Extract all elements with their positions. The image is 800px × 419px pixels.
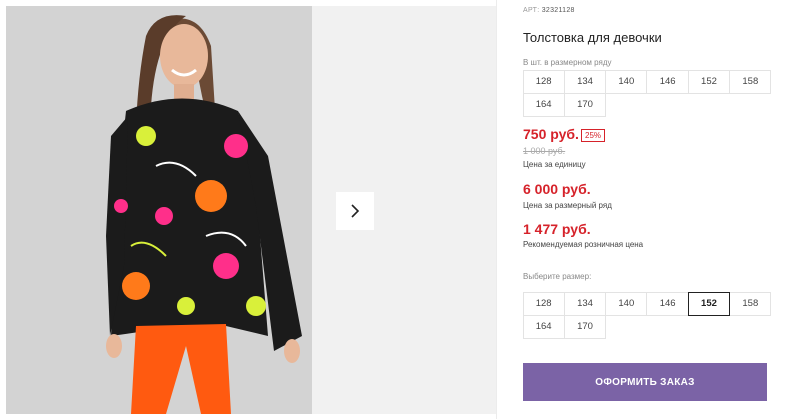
row-size-146: 146 bbox=[646, 69, 689, 94]
size-selector: 128 134 140 146 152 158 164 170 bbox=[522, 291, 772, 339]
unit-price-caption: Цена за единицу bbox=[523, 160, 586, 169]
size-option-140[interactable]: 140 bbox=[605, 291, 648, 316]
row-size-158: 158 bbox=[729, 69, 772, 94]
retail-price: 1 477 руб. bbox=[523, 221, 591, 237]
old-price: 1 000 руб. bbox=[523, 146, 566, 156]
size-option-134[interactable]: 134 bbox=[563, 291, 607, 316]
size-option-152-selected[interactable]: 152 bbox=[687, 291, 731, 316]
row-price-caption: Цена за размерный ряд bbox=[523, 201, 612, 210]
row-size-140: 140 bbox=[605, 69, 648, 94]
choose-size-label: Выберите размер: bbox=[523, 272, 592, 281]
row-price: 6 000 руб. bbox=[523, 181, 591, 197]
next-image-button[interactable] bbox=[336, 192, 374, 230]
chevron-right-icon bbox=[351, 204, 360, 218]
sizes-in-row-label: В шт. в размерном ряду bbox=[523, 58, 612, 67]
place-order-button[interactable]: ОФОРМИТЬ ЗАКАЗ bbox=[523, 363, 767, 401]
retail-price-caption: Рекомендуемая розничная цена bbox=[523, 240, 644, 249]
size-option-164[interactable]: 164 bbox=[522, 314, 565, 339]
row-size-164: 164 bbox=[522, 92, 565, 117]
product-photo bbox=[6, 6, 312, 414]
product-title: Толстовка для девочки bbox=[523, 30, 662, 45]
article-value: 32321128 bbox=[541, 7, 575, 14]
row-size-134: 134 bbox=[563, 69, 607, 94]
size-option-128[interactable]: 128 bbox=[522, 291, 565, 316]
row-size-170: 170 bbox=[563, 92, 607, 117]
product-gallery bbox=[0, 0, 500, 419]
article-number: АРТ: 32321128 bbox=[523, 7, 575, 14]
article-label: АРТ: bbox=[523, 7, 540, 14]
size-option-146[interactable]: 146 bbox=[646, 291, 689, 316]
girl-in-printed-jacket-image bbox=[6, 6, 312, 414]
divider bbox=[496, 0, 497, 419]
discount-badge: 25% bbox=[581, 129, 606, 142]
sizes-in-row-grid: 128 134 140 146 152 158 164 170 bbox=[522, 69, 772, 117]
size-option-170[interactable]: 170 bbox=[563, 314, 607, 339]
row-size-128: 128 bbox=[522, 69, 565, 94]
row-size-152: 152 bbox=[687, 69, 731, 94]
size-option-158[interactable]: 158 bbox=[729, 291, 772, 316]
unit-price: 750 руб. bbox=[523, 126, 579, 142]
